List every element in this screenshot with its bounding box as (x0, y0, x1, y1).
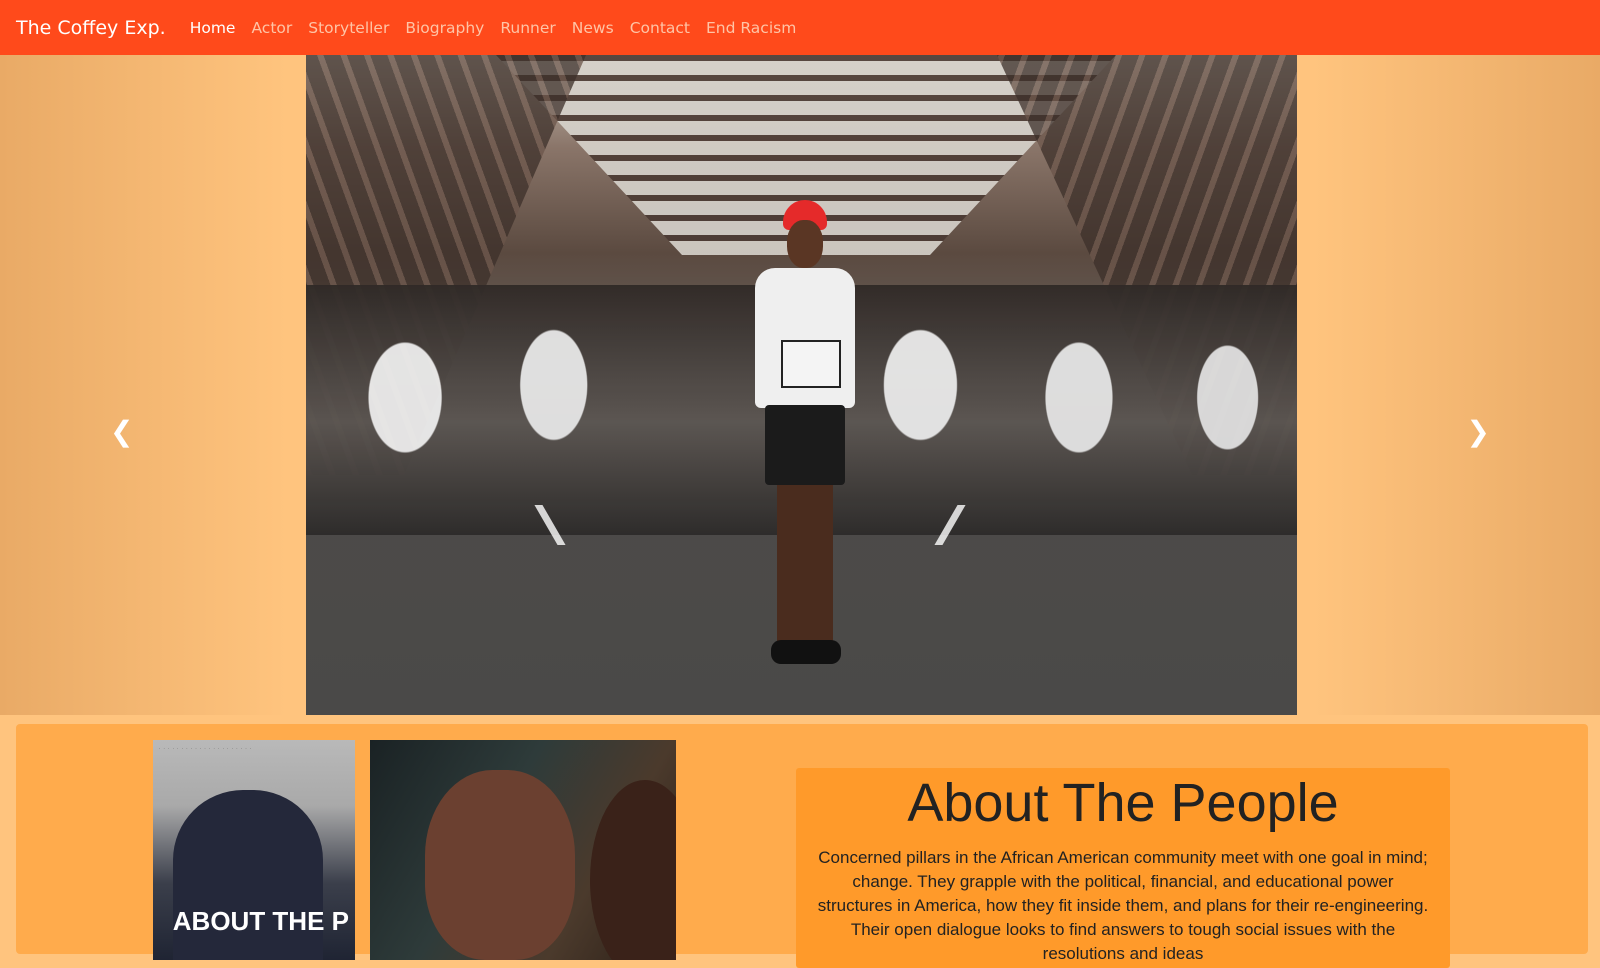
nav-item-end-racism[interactable]: End Racism (706, 19, 796, 37)
nav-item-runner[interactable]: Runner (500, 19, 555, 37)
hero-carousel: ❮ ❯ (0, 55, 1600, 715)
nav-item-contact[interactable]: Contact (630, 19, 690, 37)
about-title: About The People (907, 773, 1339, 833)
nav-item-home[interactable]: Home (190, 19, 236, 37)
carousel-next-button[interactable]: ❯ (1467, 415, 1490, 448)
nav-item-biography[interactable]: Biography (405, 19, 484, 37)
race-bib (781, 340, 841, 388)
chevron-left-icon: ❮ (110, 415, 134, 448)
film-still-image (370, 740, 676, 960)
about-box: About The People Concerned pillars in th… (796, 768, 1450, 968)
runner-shoes (771, 640, 841, 664)
nav-item-news[interactable]: News (572, 19, 614, 37)
navbar: The Coffey Exp. Home Actor Storyteller B… (0, 0, 1600, 55)
about-body: Concerned pillars in the African America… (817, 848, 1429, 963)
nav-item-storyteller[interactable]: Storyteller (308, 19, 389, 37)
actor-face (425, 770, 575, 960)
runner-head (787, 220, 823, 268)
about-section: · · · · · · · · · · · · · · · · · · · · … (16, 724, 1588, 968)
runner-shorts (765, 405, 845, 485)
movie-poster-image: · · · · · · · · · · · · · · · · · · · · … (153, 740, 355, 960)
brand-link[interactable]: The Coffey Exp. (16, 17, 166, 39)
second-person-silhouette (590, 780, 676, 960)
chevron-right-icon: ❯ (1466, 415, 1490, 448)
poster-title: ABOUT THE P (172, 906, 349, 936)
nav-item-actor[interactable]: Actor (251, 19, 292, 37)
carousel-slide-image (306, 55, 1297, 715)
lead-runner-figure (741, 200, 861, 680)
runner-legs (777, 485, 833, 645)
poster-credits: · · · · · · · · · · · · · · · · · · · · … (159, 746, 253, 751)
carousel-prev-button[interactable]: ❮ (110, 415, 133, 448)
